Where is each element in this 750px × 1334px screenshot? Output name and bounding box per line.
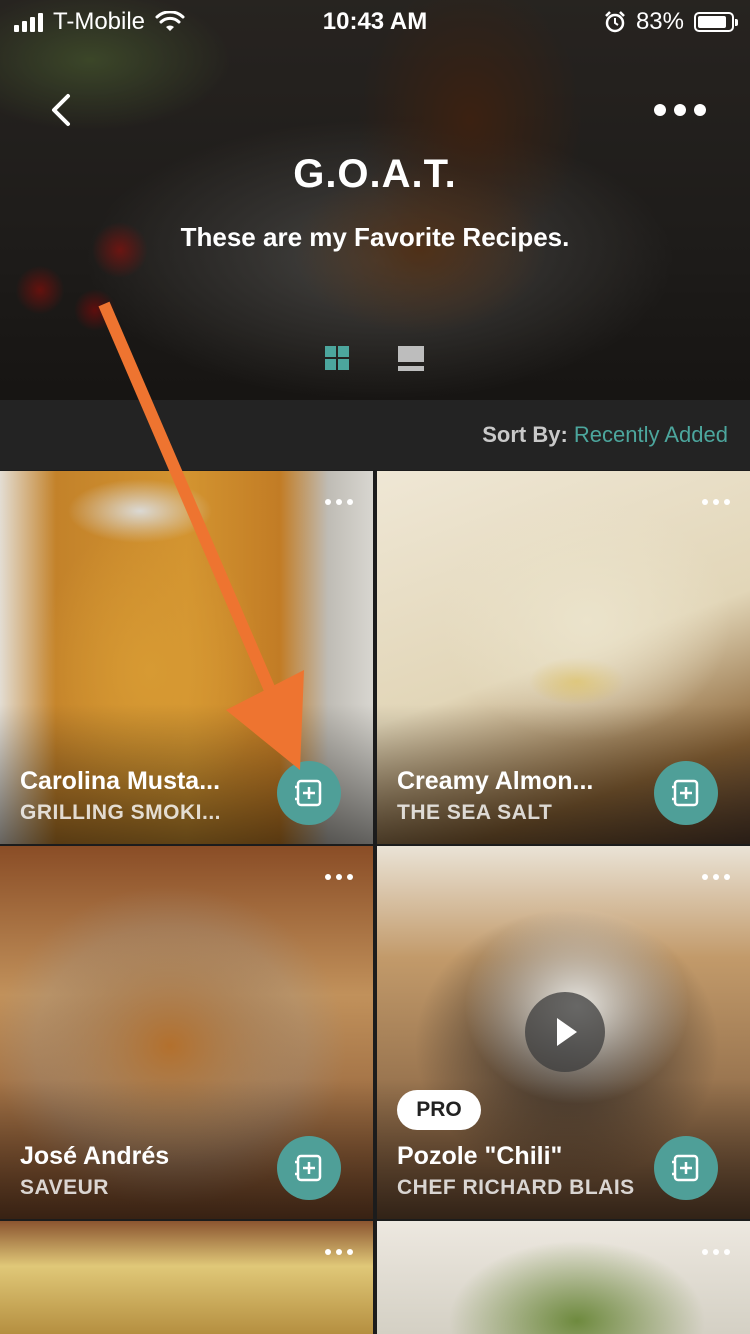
add-to-plan-button[interactable] <box>277 761 341 825</box>
recipe-card[interactable]: José Andrés SAVEUR <box>0 846 373 1219</box>
recipe-image <box>377 1221 750 1334</box>
collection-description: These are my Favorite Recipes. <box>180 222 570 252</box>
more-options-button[interactable] <box>654 96 710 124</box>
add-to-planner-icon <box>672 1154 699 1182</box>
sort-bar: Sort By: Recently Added <box>0 400 750 470</box>
back-button[interactable] <box>40 88 84 132</box>
add-to-plan-button[interactable] <box>654 761 718 825</box>
recipe-source: CHEF RICHARD BLAIS <box>397 1176 635 1199</box>
chevron-left-icon <box>52 94 70 126</box>
sort-label: Sort By: <box>482 422 568 447</box>
recipe-more-button[interactable] <box>325 1249 353 1255</box>
pro-badge: PRO <box>397 1090 481 1130</box>
add-to-plan-button[interactable] <box>277 1136 341 1200</box>
battery-icon <box>694 12 738 32</box>
recipe-source: SAVEUR <box>20 1176 109 1199</box>
more-dot <box>654 104 666 116</box>
recipe-source: THE SEA SALT <box>397 801 553 824</box>
more-dot <box>694 104 706 116</box>
recipe-card[interactable]: PRO Pozole "Chili" CHEF RICHARD BLAIS <box>377 846 750 1219</box>
sort-value[interactable]: Recently Added <box>574 422 728 447</box>
alarm-icon <box>605 11 625 33</box>
battery-percent: 83% <box>635 8 684 35</box>
recipe-image <box>0 1221 373 1334</box>
play-video-button[interactable] <box>525 992 605 1072</box>
recipe-title: Creamy Almon... <box>397 767 594 795</box>
recipe-more-button[interactable] <box>325 874 353 880</box>
recipe-title: Pozole "Chili" <box>397 1142 563 1170</box>
list-view-icon[interactable] <box>398 346 424 372</box>
collection-title: G.O.A.T. <box>293 152 457 196</box>
add-to-planner-icon <box>295 1154 322 1182</box>
recipe-source: GRILLING SMOKI... <box>20 801 221 824</box>
grid-view-icon[interactable] <box>325 346 349 370</box>
recipe-title: José Andrés <box>20 1142 170 1170</box>
add-to-planner-icon <box>672 779 699 807</box>
recipe-more-button[interactable] <box>702 499 730 505</box>
add-to-plan-button[interactable] <box>654 1136 718 1200</box>
status-right-group: 83% <box>604 8 738 36</box>
collection-header-image <box>0 0 750 400</box>
recipe-card[interactable]: Creamy Almon... THE SEA SALT <box>377 471 750 844</box>
more-dot <box>674 104 686 116</box>
add-to-planner-icon <box>295 779 322 807</box>
recipe-card[interactable] <box>0 1221 373 1334</box>
recipe-more-button[interactable] <box>702 874 730 880</box>
sort-control[interactable]: Sort By: Recently Added <box>482 422 728 448</box>
recipe-card[interactable] <box>377 1221 750 1334</box>
recipe-title: Carolina Musta... <box>20 767 221 795</box>
recipe-more-button[interactable] <box>325 499 353 505</box>
recipe-more-button[interactable] <box>702 1249 730 1255</box>
status-bar: T-Mobile 10:43 AM 83% <box>0 0 750 40</box>
recipe-card[interactable]: Carolina Musta... GRILLING SMOKI... <box>0 471 373 844</box>
